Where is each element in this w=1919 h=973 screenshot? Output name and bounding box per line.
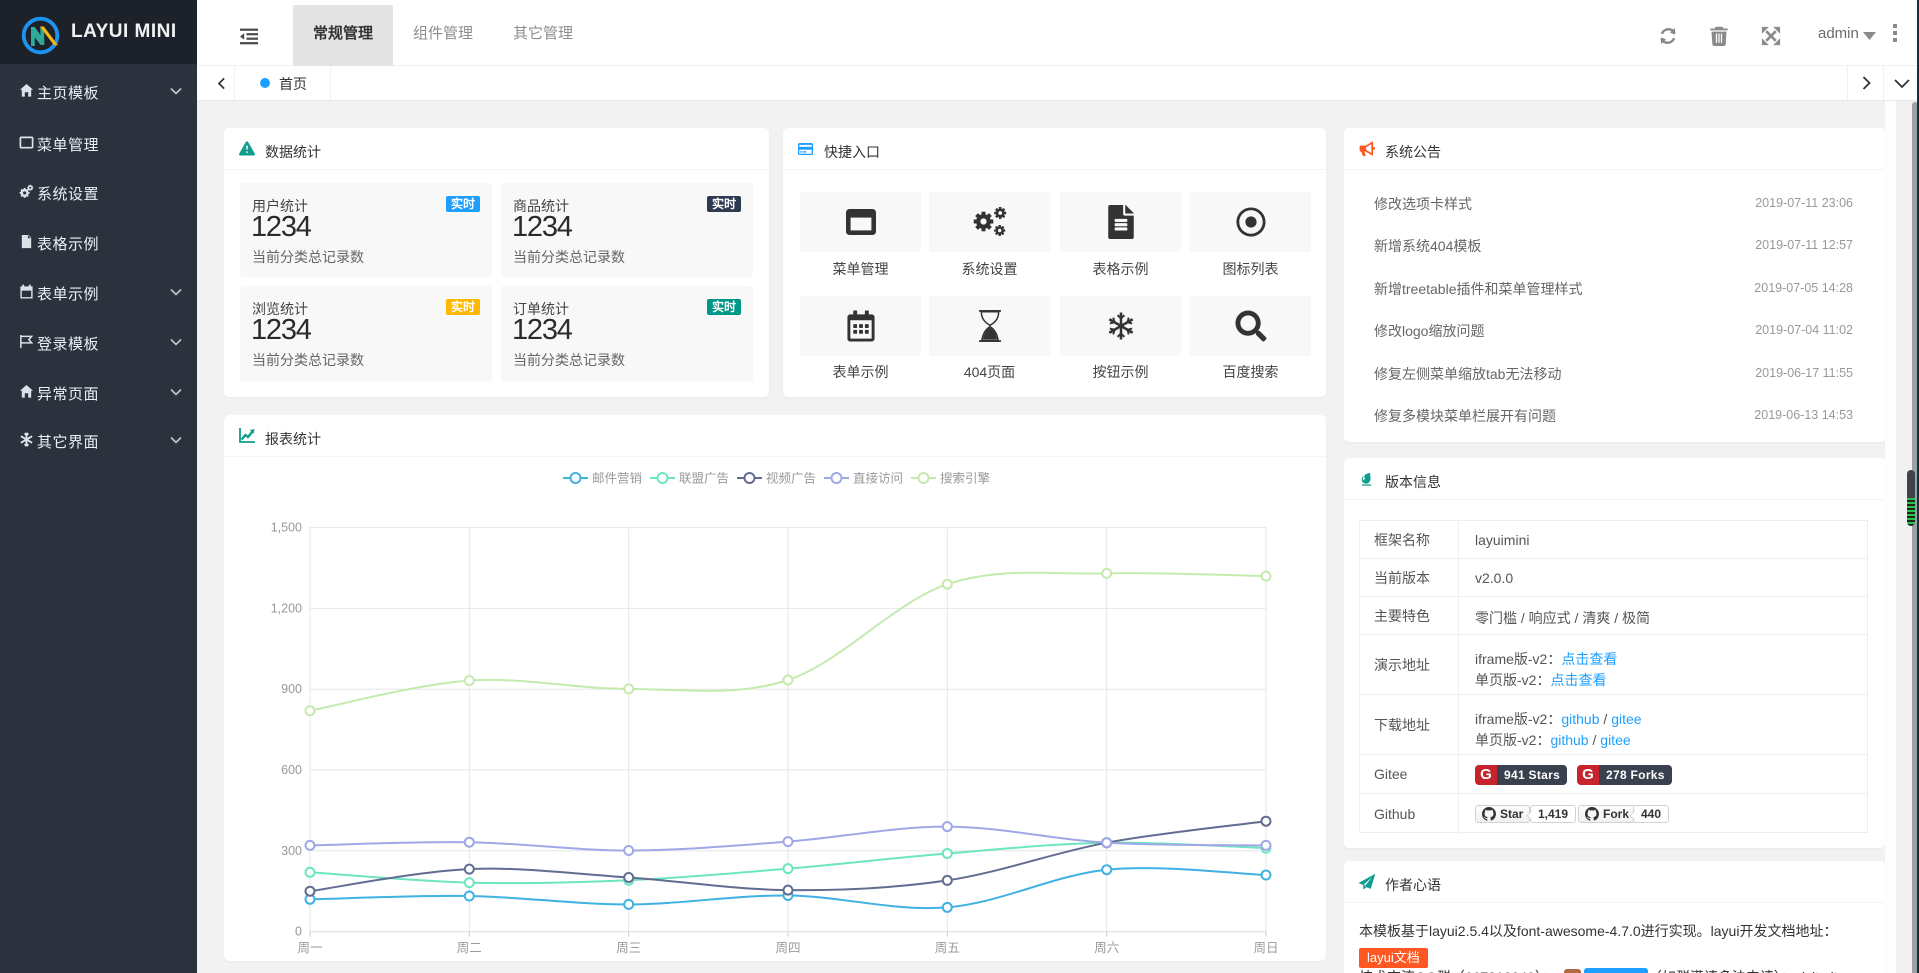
svg-text:周日: 周日 — [1253, 941, 1278, 955]
svg-text:周一: 周一 — [297, 941, 322, 955]
svg-text:搜索引擎: 搜索引擎 — [940, 471, 990, 486]
svg-text:1,200: 1,200 — [271, 601, 302, 615]
svg-text:1,500: 1,500 — [271, 521, 302, 535]
svg-text:900: 900 — [281, 682, 302, 696]
svg-text:视频广告: 视频广告 — [766, 471, 816, 486]
svg-text:600: 600 — [281, 763, 302, 777]
svg-text:周六: 周六 — [1094, 941, 1119, 955]
svg-text:周四: 周四 — [775, 941, 800, 955]
svg-text:0: 0 — [295, 925, 302, 939]
svg-text:直接访问: 直接访问 — [853, 471, 903, 486]
svg-text:联盟广告: 联盟广告 — [679, 472, 729, 486]
svg-text:邮件营销: 邮件营销 — [592, 472, 642, 486]
svg-text:周二: 周二 — [457, 941, 482, 955]
svg-text:300: 300 — [281, 844, 302, 858]
svg-text:周五: 周五 — [935, 941, 960, 955]
svg-text:周三: 周三 — [616, 941, 641, 955]
